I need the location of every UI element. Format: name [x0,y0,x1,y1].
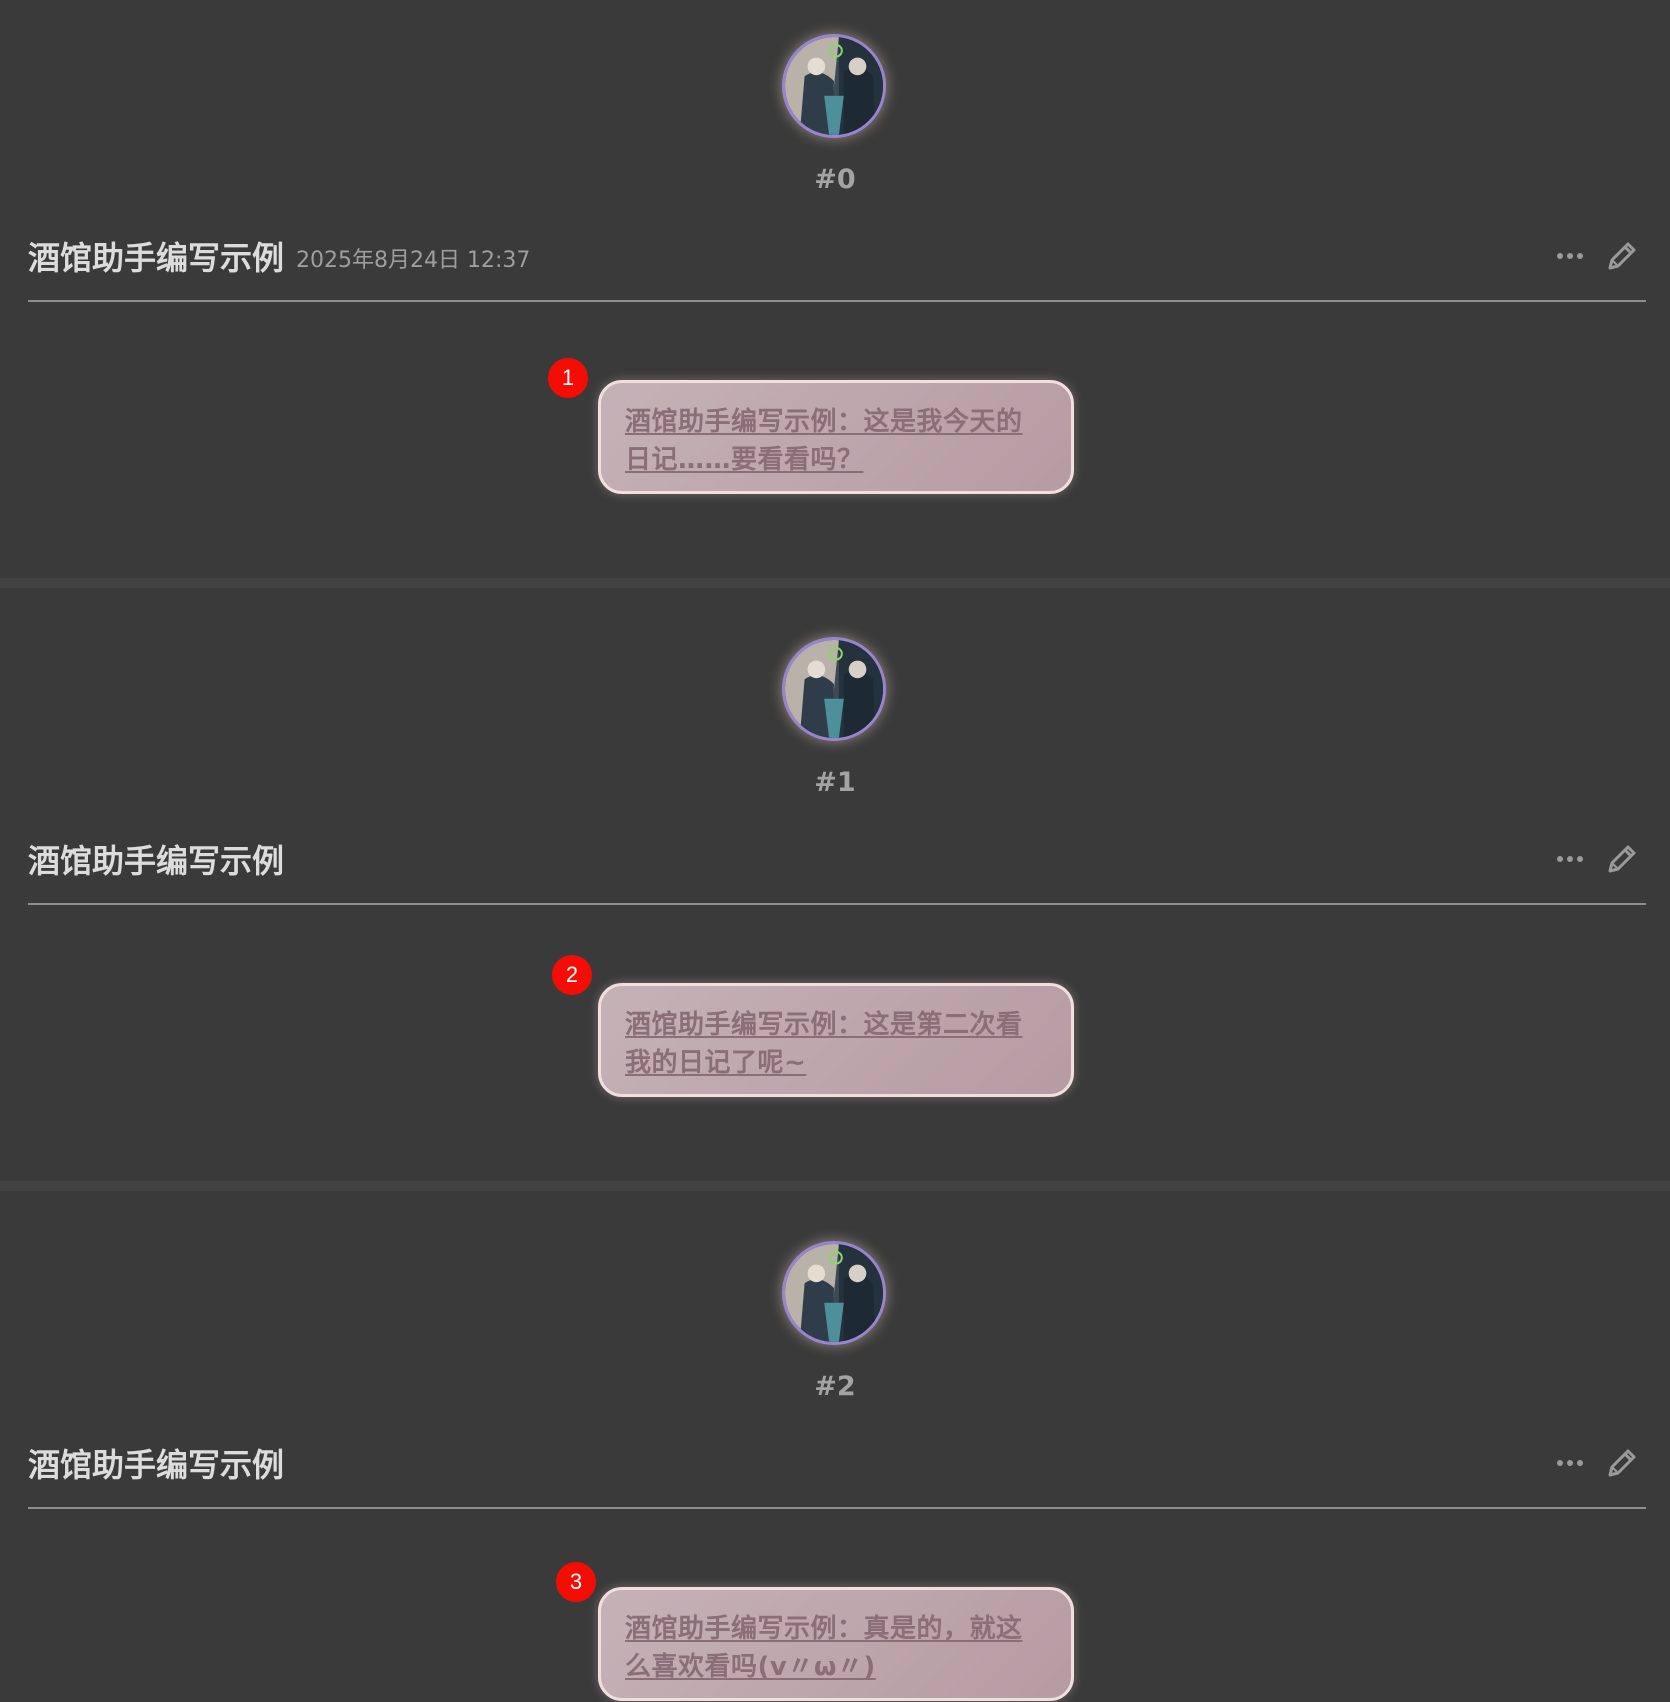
character-avatar[interactable] [782,1241,886,1345]
diary-button[interactable]: 酒馆助手编写示例：这是第二次看我的日记了呢~ [598,983,1074,1097]
message-id: #1 [814,767,856,798]
message-id: #0 [814,164,856,195]
message-separator [0,1181,1670,1191]
message-separator [0,578,1670,588]
character-avatar[interactable] [782,637,886,741]
message-header: 酒馆助手编写示例 [28,1435,1642,1491]
diary-button[interactable]: 酒馆助手编写示例：这是我今天的日记……要看看吗？ [598,380,1074,494]
chat-container: #0 酒馆助手编写示例 2025年8月24日 12:37 1 酒馆助手编写示例：… [0,0,1670,1702]
message-number-badge: 3 [556,1562,596,1602]
pencil-icon[interactable] [1602,1443,1642,1483]
pencil-icon[interactable] [1602,839,1642,879]
character-name: 酒馆助手编写示例 [28,239,285,277]
character-name: 酒馆助手编写示例 [28,1446,285,1484]
chat-message: #0 酒馆助手编写示例 2025年8月24日 12:37 1 酒馆助手编写示例：… [0,0,1670,578]
message-number-badge: 2 [552,955,592,995]
message-timestamp: 2025年8月24日 12:37 [296,248,531,273]
character-avatar[interactable] [782,34,886,138]
diary-button-label: 酒馆助手编写示例：这是第二次看我的日记了呢~ [625,1010,1023,1078]
avatar-image-icon [785,1244,883,1342]
pencil-icon[interactable] [1602,236,1642,276]
message-header: 酒馆助手编写示例 2025年8月24日 12:37 [28,228,1642,284]
ellipsis-icon[interactable] [1550,236,1590,276]
avatar-image-icon [785,640,883,738]
diary-button-label: 酒馆助手编写示例：这是我今天的日记……要看看吗？ [625,407,1023,475]
ellipsis-icon[interactable] [1550,1443,1590,1483]
message-number-badge: 1 [548,358,588,398]
avatar-image-icon [785,37,883,135]
ellipsis-icon[interactable] [1550,839,1590,879]
diary-button[interactable]: 酒馆助手编写示例：真是的，就这么喜欢看吗(v〃ω〃) [598,1587,1074,1701]
diary-button-label: 酒馆助手编写示例：真是的，就这么喜欢看吗(v〃ω〃) [625,1614,1023,1682]
character-name: 酒馆助手编写示例 [28,842,285,880]
header-divider [28,1507,1646,1509]
chat-message: #1 酒馆助手编写示例 2 酒馆助手编写示例：这是第二次看我的日记了呢~ [0,588,1670,1166]
header-divider [28,300,1646,302]
header-divider [28,903,1646,905]
chat-message: #2 酒馆助手编写示例 3 酒馆助手编写示例：真是的，就这么喜欢看吗(v〃ω〃) [0,1191,1670,1702]
message-header: 酒馆助手编写示例 [28,831,1642,887]
message-id: #2 [814,1371,856,1402]
